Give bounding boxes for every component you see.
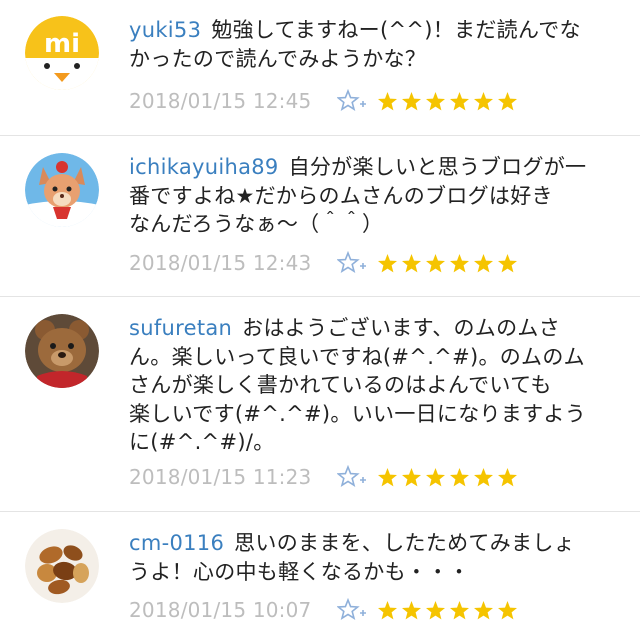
comment-text-block: yuki53 勉強してますねー(^^)！まだ読んでな かったので読んでみようかな？ (129, 16, 616, 73)
star-icon (450, 253, 469, 272)
username-link[interactable]: sufuretan (129, 316, 232, 340)
star-icon (402, 467, 421, 486)
star-icon (426, 253, 445, 272)
comment-meta: 2018/01/15 12:45 (129, 88, 518, 114)
star-icon (378, 253, 397, 272)
star-icon (378, 600, 397, 619)
star-icon (426, 91, 445, 110)
comment-item: mi yuki53 勉強してますねー(^^)！まだ読んでな かったので読んでみよう… (0, 0, 640, 136)
comment-date: 2018/01/15 12:43 (129, 251, 312, 275)
star-icon (474, 253, 493, 272)
comment-date: 2018/01/15 10:07 (129, 598, 312, 622)
star-icon (378, 91, 397, 110)
star-icon (378, 467, 397, 486)
star-icon (426, 467, 445, 486)
mixed-nuts-icon (25, 529, 99, 603)
favorite-add-icon[interactable] (337, 597, 377, 623)
avatar[interactable]: mi (25, 16, 99, 90)
star-icon (474, 91, 493, 110)
star-icon (402, 91, 421, 110)
star-icon (450, 467, 469, 486)
avatar[interactable] (25, 529, 99, 603)
star-icon (498, 91, 517, 110)
avatar[interactable] (25, 314, 99, 388)
username-link[interactable]: yuki53 (129, 18, 201, 42)
favorite-add-icon[interactable] (337, 250, 377, 276)
favorite-add-icon[interactable] (337, 464, 377, 490)
star-rating (377, 253, 518, 274)
comment-item: cm-0116 思いのままを、したためてみましょ うよ！心の中も軽くなるかも・・・… (0, 513, 640, 630)
comment-meta: 2018/01/15 10:07 (129, 597, 518, 623)
comment-list: mi yuki53 勉強してますねー(^^)！まだ読んでな かったので読んでみよう… (0, 0, 640, 630)
star-rating (377, 600, 518, 621)
fox-character-icon (25, 153, 99, 227)
svg-text:mi: mi (44, 29, 80, 59)
star-icon (450, 600, 469, 619)
star-icon (402, 253, 421, 272)
comment-body: cm-0116 思いのままを、したためてみましょ うよ！心の中も軽くなるかも・・・ (129, 529, 616, 586)
star-icon (498, 600, 517, 619)
favorite-add-icon[interactable] (337, 88, 377, 114)
comment-item: ichikayuiha89 自分が楽しいと思うブログが一 番ですよね★だからのムさ… (0, 137, 640, 297)
comment-text-block: ichikayuiha89 自分が楽しいと思うブログが一 番ですよね★だからのムさ… (129, 153, 616, 239)
comment-text-block: sufuretan おはようございます、のムのムさ ん。楽しいって良いですね(#^… (129, 314, 616, 457)
star-rating (377, 91, 518, 112)
teddy-bear-icon (25, 314, 99, 388)
comment-date: 2018/01/15 12:45 (129, 89, 312, 113)
comment-date: 2018/01/15 11:23 (129, 465, 312, 489)
comment-body: yuki53 勉強してますねー(^^)！まだ読んでな かったので読んでみようかな？ (129, 16, 616, 73)
comment-item: sufuretan おはようございます、のムのムさ ん。楽しいって良いですね(#^… (0, 298, 640, 512)
star-icon (498, 467, 517, 486)
username-link[interactable]: ichikayuiha89 (129, 155, 279, 179)
mi-logo-icon: mi (25, 16, 99, 90)
comment-body: ichikayuiha89 自分が楽しいと思うブログが一 番ですよね★だからのムさ… (129, 153, 616, 239)
star-icon (474, 467, 493, 486)
avatar[interactable] (25, 153, 99, 227)
star-icon (498, 253, 517, 272)
star-icon (402, 600, 421, 619)
star-icon (426, 600, 445, 619)
star-rating (377, 467, 518, 488)
comment-meta: 2018/01/15 11:23 (129, 464, 518, 490)
username-link[interactable]: cm-0116 (129, 531, 224, 555)
star-icon (474, 600, 493, 619)
star-icon (450, 91, 469, 110)
comment-body: sufuretan おはようございます、のムのムさ ん。楽しいって良いですね(#^… (129, 314, 616, 457)
comment-text-block: cm-0116 思いのままを、したためてみましょ うよ！心の中も軽くなるかも・・・ (129, 529, 616, 586)
comment-meta: 2018/01/15 12:43 (129, 250, 518, 276)
